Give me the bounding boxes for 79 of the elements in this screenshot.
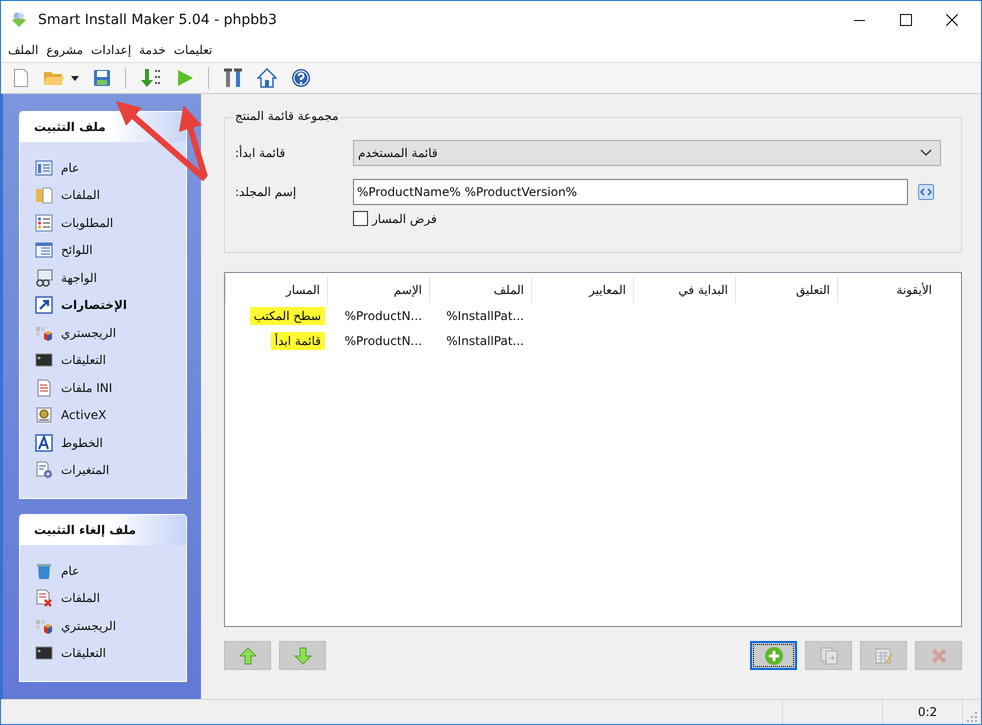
column-header[interactable]: التعليق xyxy=(735,276,837,303)
table-cell: %InstallPat... xyxy=(446,334,524,348)
menu-item[interactable]: إعدادات xyxy=(90,43,132,57)
menu-item[interactable]: مشروع xyxy=(45,43,84,57)
add-button[interactable] xyxy=(750,641,797,670)
start-menu-dropdown[interactable]: قائمة المستخدم xyxy=(353,140,941,166)
menu-item[interactable]: الملف xyxy=(7,43,40,57)
force-path-checkbox[interactable] xyxy=(353,211,368,226)
new-file-icon[interactable] xyxy=(13,68,29,88)
sidebar-item[interactable]: عام xyxy=(35,154,186,182)
window-title: Smart Install Maker 5.04 - phpbb3 xyxy=(38,12,277,28)
column-header[interactable]: البداية في xyxy=(633,276,735,303)
table-cell: %InstallPat... xyxy=(446,308,524,322)
table-cell: %ProductN... xyxy=(344,334,422,348)
table-cell: قائمة ابدأ xyxy=(270,332,325,350)
sidebar-item[interactable]: الريجستري xyxy=(35,319,186,346)
table-cell: سطح المكتب xyxy=(250,306,325,324)
group-title: مجموعة قائمة المنتج xyxy=(233,109,341,123)
sidebar-item[interactable]: الخطوط xyxy=(35,429,186,456)
panel-title: ملف إلغاء التثبيت xyxy=(20,515,186,545)
document-icon xyxy=(35,378,53,397)
sidebar-item[interactable]: الريجستري xyxy=(35,612,186,640)
font-icon xyxy=(35,434,53,452)
panel-title: ملف التثبيت xyxy=(20,112,186,142)
document-gear-icon xyxy=(35,461,53,480)
chevron-down-icon xyxy=(920,149,932,157)
tools-icon[interactable] xyxy=(223,68,243,88)
status-text: 0:2 xyxy=(883,700,963,724)
sidebar-item[interactable]: ActiveX xyxy=(35,402,186,429)
table-cell: %ProductN... xyxy=(344,308,422,322)
column-header[interactable]: الأيقونة xyxy=(837,276,939,303)
maximize-icon[interactable] xyxy=(900,14,912,26)
sidebar-item[interactable]: التعليقات xyxy=(35,640,186,667)
checklist-icon xyxy=(35,214,53,232)
home-icon[interactable] xyxy=(257,68,277,88)
medal-icon xyxy=(35,406,53,424)
column-header[interactable]: الملف xyxy=(429,276,531,303)
sidebar-item[interactable]: التعليقات xyxy=(35,346,186,374)
resize-grip-icon[interactable] xyxy=(967,712,977,722)
column-header[interactable]: الإسم xyxy=(327,276,429,303)
document-delete-icon xyxy=(35,589,53,608)
code-icon[interactable] xyxy=(918,184,934,200)
sidebar-item[interactable]: الواجهة xyxy=(35,264,186,292)
column-header[interactable]: المعايير xyxy=(531,276,633,303)
app-icon xyxy=(10,10,28,28)
save-icon[interactable] xyxy=(93,69,111,87)
sidebar-item[interactable]: المطلوبات xyxy=(35,209,186,236)
copy-icon xyxy=(818,646,838,666)
caret-icon[interactable] xyxy=(71,76,79,80)
plus-icon xyxy=(764,646,784,666)
arrow-down-icon xyxy=(292,646,312,666)
column-header[interactable]: المسار xyxy=(225,276,327,303)
checkbox-label: فرض المسار xyxy=(372,212,437,226)
terminal-icon xyxy=(35,351,53,370)
shortcut-icon xyxy=(35,296,53,314)
delete-icon xyxy=(928,646,948,666)
help-icon[interactable] xyxy=(291,68,311,88)
sidebar-item[interactable]: المتغيرات xyxy=(35,456,186,484)
compile-icon[interactable] xyxy=(140,68,162,88)
menu-item[interactable]: تعليمات xyxy=(172,43,214,57)
field-label: قائمة ابدأ: xyxy=(235,146,286,160)
sidebar-item[interactable]: اللوائح xyxy=(35,236,186,264)
sidebar-item[interactable]: الملفات xyxy=(35,182,186,209)
folder-icon xyxy=(35,186,53,204)
menu-item[interactable]: خدمة xyxy=(138,43,167,57)
monitor-icon xyxy=(35,268,53,287)
field-label: إسم المجلد: xyxy=(235,185,298,199)
sidebar-item[interactable]: الملفات xyxy=(35,584,186,612)
trash-icon xyxy=(35,562,53,580)
list-icon xyxy=(35,158,53,177)
terminal-icon xyxy=(35,644,53,662)
sidebar-item[interactable]: الإختصارات xyxy=(35,292,186,319)
sidebar-item[interactable]: عام xyxy=(35,557,186,584)
arrow-up-icon xyxy=(238,646,258,666)
window-icon xyxy=(35,241,53,260)
close-icon[interactable] xyxy=(946,14,958,26)
sidebar-item[interactable]: ملفات INI xyxy=(35,374,186,402)
folder-name-field[interactable]: %ProductName% %ProductVersion% xyxy=(353,179,908,205)
edit-icon xyxy=(874,646,894,666)
